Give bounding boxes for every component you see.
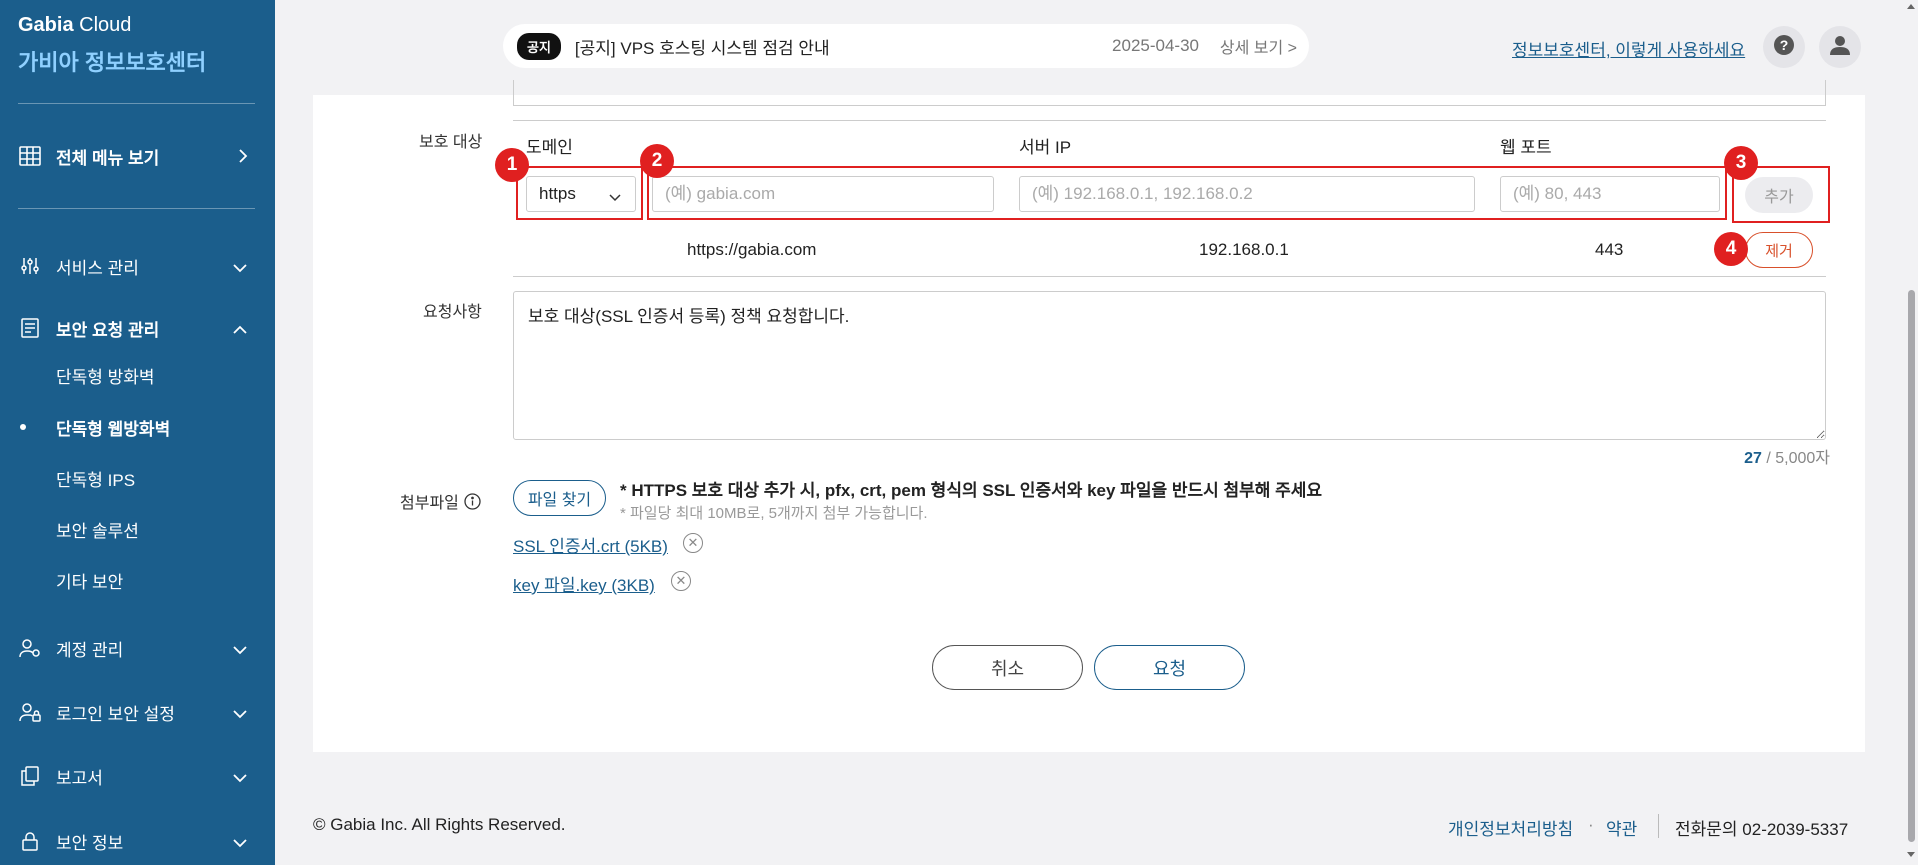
- user-icon: [1829, 34, 1851, 61]
- sidebar-item-login-security[interactable]: 로그인 보안 설정: [18, 697, 258, 727]
- annotation-badge-1: 1: [495, 148, 529, 182]
- help-link[interactable]: 정보보호센터, 이렇게 사용하세요: [1512, 36, 1745, 61]
- notice-banner[interactable]: 공지 [공지] VPS 호스팅 시스템 점검 안내 2025-04-30 상세 …: [503, 24, 1309, 68]
- info-icon[interactable]: [464, 492, 481, 510]
- sidebar-sub-waf[interactable]: 단독형 웹방화벽: [56, 415, 170, 440]
- all-menu-button[interactable]: 전체 메뉴 보기: [18, 141, 258, 171]
- notice-badge: 공지: [517, 32, 561, 60]
- chevron-up-icon: [232, 320, 248, 340]
- brand[interactable]: Gabia Cloud 가비아 정보보호센터: [18, 14, 206, 77]
- sidebar-item-label: 로그인 보안 설정: [56, 704, 175, 724]
- brand-logo: Gabia Cloud: [18, 14, 132, 36]
- target-label: 보호 대상: [419, 134, 483, 151]
- sidebar-item-label: 서비스 관리: [56, 258, 139, 278]
- footer-separator-dot: ·: [1588, 815, 1594, 834]
- previous-field: [513, 80, 1826, 106]
- sidebar: Gabia Cloud 가비아 정보보호센터 전체 메뉴 보기 서비스 관리 보…: [0, 0, 275, 865]
- column-domain: 도메인: [526, 138, 573, 157]
- notice-title[interactable]: [공지] VPS 호스팅 시스템 점검 안내: [575, 34, 830, 59]
- sidebar-sub-solution[interactable]: 보안 솔루션: [56, 517, 139, 542]
- page-scrollbar[interactable]: [1905, 0, 1918, 865]
- add-button[interactable]: 추가: [1745, 177, 1813, 213]
- sidebar-divider: [18, 208, 255, 209]
- sidebar-item-label: 보안 요청 관리: [56, 320, 160, 340]
- file-limit-note: * 파일당 최대 10MB로, 5개까지 첨부 가능합니다.: [620, 505, 928, 522]
- sidebar-item-label: 계정 관리: [56, 640, 124, 660]
- question-icon: ?: [1773, 34, 1795, 61]
- sidebar-divider: [18, 103, 255, 104]
- copyright: © Gabia Inc. All Rights Reserved.: [313, 815, 566, 834]
- attached-file-link[interactable]: key 파일.key (3KB): [513, 571, 655, 596]
- domain-input[interactable]: [652, 176, 994, 212]
- attach-label: 첨부파일: [400, 489, 481, 513]
- remove-file-icon[interactable]: ✕: [683, 533, 703, 553]
- footer-divider: [1658, 814, 1659, 838]
- remove-button[interactable]: 제거: [1745, 232, 1813, 268]
- annotation-badge-2: 2: [640, 144, 674, 178]
- privacy-policy-link[interactable]: 개인정보처리방침: [1448, 815, 1573, 840]
- profile-button[interactable]: [1819, 26, 1861, 68]
- sliders-icon: [18, 254, 42, 278]
- protocol-value: https: [539, 184, 576, 203]
- cancel-button[interactable]: 취소: [932, 645, 1083, 690]
- entry-ip: 192.168.0.1: [1199, 240, 1289, 259]
- document-icon: [18, 316, 42, 340]
- sidebar-item-label: 보안 정보: [56, 833, 124, 853]
- chevron-down-icon: [232, 640, 248, 660]
- sidebar-item-label: 보고서: [56, 768, 103, 788]
- chevron-right-icon: [238, 148, 248, 169]
- attached-file-link[interactable]: SSL 인증서.crt (5KB): [513, 532, 668, 557]
- file-notice: * HTTPS 보호 대상 추가 시, pfx, crt, pem 형식의 SS…: [620, 481, 1323, 500]
- all-menu-label: 전체 메뉴 보기: [56, 148, 160, 168]
- annotation-badge-4: 4: [1714, 232, 1748, 266]
- scroll-down-arrow[interactable]: [1907, 852, 1915, 857]
- sidebar-item-account[interactable]: 계정 관리: [18, 633, 258, 663]
- submit-button[interactable]: 요청: [1094, 645, 1245, 690]
- entry-port: 443: [1595, 240, 1624, 259]
- user-gear-icon: [18, 636, 42, 660]
- notice-date: 2025-04-30: [1112, 36, 1199, 55]
- chevron-down-icon: [232, 768, 248, 788]
- file-select-button[interactable]: 파일 찾기: [513, 480, 606, 516]
- sidebar-sub-other[interactable]: 기타 보안: [56, 568, 123, 593]
- table-divider: [513, 276, 1826, 277]
- chevron-down-icon: [232, 833, 248, 853]
- sidebar-item-service[interactable]: 서비스 관리: [18, 251, 258, 281]
- sidebar-item-security-info[interactable]: 보안 정보: [18, 826, 258, 856]
- annotation-badge-3: 3: [1724, 146, 1758, 180]
- active-dot: [20, 424, 26, 430]
- column-web-port: 웹 포트: [1500, 138, 1552, 157]
- user-lock-icon: [18, 700, 42, 724]
- table-divider: [513, 120, 1826, 121]
- request-label: 요청사항: [423, 304, 482, 321]
- scroll-up-arrow[interactable]: [1907, 4, 1915, 9]
- chevron-down-icon: [232, 704, 248, 724]
- copy-icon: [18, 764, 42, 788]
- column-server-ip: 서버 IP: [1019, 138, 1072, 157]
- sidebar-item-security-request[interactable]: 보안 요청 관리: [18, 313, 258, 343]
- terms-link[interactable]: 약관: [1606, 815, 1637, 840]
- notice-more-link[interactable]: 상세 보기 >: [1220, 34, 1297, 58]
- sidebar-sub-firewall[interactable]: 단독형 방화벽: [56, 363, 155, 388]
- entry-domain: https://gabia.com: [687, 240, 817, 259]
- svg-text:?: ?: [1780, 37, 1789, 53]
- contact-phone: 전화문의 02-2039-5337: [1675, 820, 1849, 839]
- chevron-down-icon: [232, 258, 248, 278]
- scroll-thumb[interactable]: [1908, 290, 1915, 842]
- help-button[interactable]: ?: [1763, 26, 1805, 68]
- sidebar-sub-ips[interactable]: 단독형 IPS: [56, 466, 135, 491]
- server-ip-input[interactable]: [1019, 176, 1475, 212]
- grid-icon: [18, 144, 42, 168]
- remove-file-icon[interactable]: ✕: [671, 571, 691, 591]
- web-port-input[interactable]: [1500, 176, 1720, 212]
- sidebar-item-report[interactable]: 보고서: [18, 761, 258, 791]
- chevron-down-icon: [609, 187, 621, 207]
- request-textarea[interactable]: 보호 대상(SSL 인증서 등록) 정책 요청합니다.: [513, 291, 1826, 440]
- brand-title: 가비아 정보보호센터: [18, 50, 207, 75]
- lock-icon: [18, 829, 42, 853]
- char-counter: 27 / 5,000자: [1744, 450, 1830, 467]
- protocol-select[interactable]: https: [526, 176, 636, 212]
